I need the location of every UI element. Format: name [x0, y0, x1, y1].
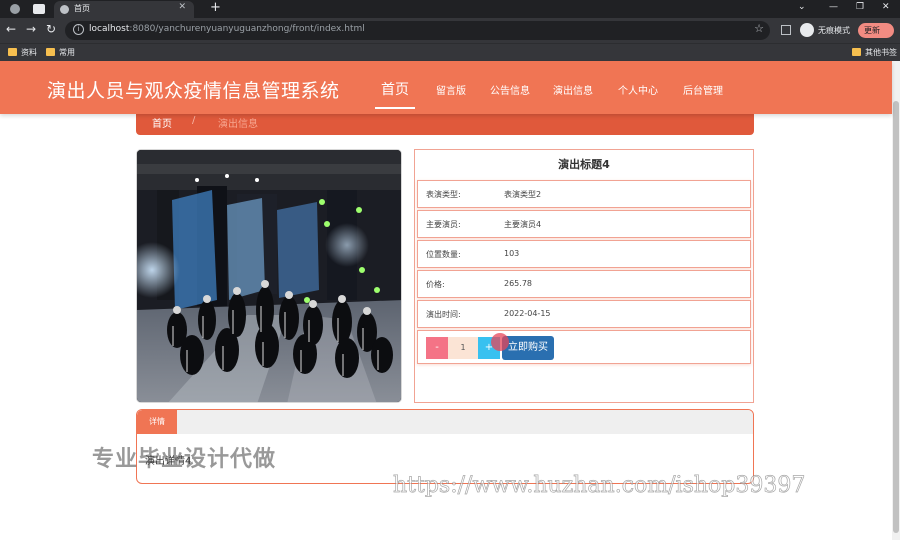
close-tab-icon[interactable]: ✕: [178, 2, 186, 12]
reload-icon[interactable]: ↻: [46, 22, 56, 36]
field-label: 表演类型:: [426, 190, 461, 199]
bookmark-folder-ziliao[interactable]: 资料: [8, 47, 37, 58]
browser-menu-icon[interactable]: [10, 4, 20, 14]
detail-tab-bar: 详情: [137, 410, 753, 434]
performance-image: [136, 149, 402, 403]
page-scrollbar[interactable]: [892, 61, 900, 540]
watermark-url: https://www.huzhan.com/ishop39397: [393, 473, 806, 499]
mouse-cursor-indicator: [491, 333, 509, 351]
field-label: 演出时间:: [426, 310, 461, 319]
field-value: 主要演员4: [504, 220, 542, 229]
field-label: 价格:: [426, 280, 445, 289]
tab-detail[interactable]: 详情: [137, 410, 177, 434]
url-path: :8080/yanchurenyuanyuguanzhong/front/ind…: [129, 24, 365, 34]
incognito-avatar[interactable]: [800, 23, 814, 37]
performance-info-panel: 演出标题4 表演类型: 表演类型2 主要演员: 主要演员4 位置数量: 103 …: [414, 149, 754, 403]
purchase-row: - 1 + 立即购买: [417, 330, 751, 364]
browser-tab-bar: 首页 ✕ + ⌄ — ❐ ✕: [0, 0, 900, 18]
nav-guestbook[interactable]: 留言版: [436, 82, 466, 97]
folder-icon: [8, 48, 17, 56]
watermark-text: 专业毕业设计代做: [92, 447, 277, 472]
forward-icon[interactable]: →: [26, 22, 36, 36]
page-viewport: 演出人员与观众疫情信息管理系统 首页 留言版 公告信息 演出信息 个人中心 后台…: [0, 61, 900, 540]
bookmark-label: 常用: [59, 48, 75, 57]
address-bar-row: ← → ↻ i localhost:8080/yanchurenyuanyugu…: [0, 18, 900, 43]
other-bookmarks[interactable]: 其他书签: [852, 47, 897, 58]
incognito-label: 无痕模式: [818, 26, 850, 35]
folder-icon: [852, 48, 861, 56]
buy-now-button[interactable]: 立即购买: [502, 336, 554, 360]
side-panel-icon[interactable]: [781, 25, 791, 35]
field-value: 表演类型2: [504, 190, 542, 199]
nav-active-underline: [375, 107, 415, 109]
breadcrumb-home[interactable]: 首页: [152, 115, 172, 130]
info-row-actor: 主要演员: 主要演员4: [417, 210, 751, 238]
stage-photo-illustration: [137, 150, 401, 402]
info-row-price: 价格: 265.78: [417, 270, 751, 298]
url-input[interactable]: i localhost:8080/yanchurenyuanyuguanzhon…: [65, 21, 770, 40]
breadcrumb-separator: /: [192, 115, 196, 126]
bookmarks-bar: 资料 常用 其他书签: [0, 43, 900, 61]
info-row-type: 表演类型: 表演类型2: [417, 180, 751, 208]
tab-title: 首页: [74, 4, 90, 13]
field-label: 主要演员:: [426, 220, 461, 229]
url-host: localhost: [89, 24, 130, 34]
nav-announcements[interactable]: 公告信息: [490, 82, 530, 97]
scrollbar-thumb[interactable]: [893, 101, 899, 533]
field-value: 103: [504, 249, 520, 258]
info-row-seats: 位置数量: 103: [417, 240, 751, 268]
globe-icon: [60, 5, 69, 14]
tab-strip-icon[interactable]: [33, 4, 45, 14]
quantity-decrease-button[interactable]: -: [426, 337, 448, 359]
quantity-input[interactable]: 1: [448, 337, 478, 359]
restore-icon[interactable]: ❐: [856, 2, 864, 12]
field-value: 265.78: [504, 279, 532, 288]
back-icon[interactable]: ←: [6, 22, 16, 36]
minimize-icon[interactable]: —: [829, 2, 838, 12]
nav-home[interactable]: 首页: [381, 79, 409, 99]
update-button[interactable]: 更新: [858, 23, 894, 38]
nav-performances[interactable]: 演出信息: [553, 82, 593, 97]
url-text: localhost:8080/yanchurenyuanyuguanzhong/…: [89, 24, 365, 34]
other-bookmarks-label: 其他书签: [865, 48, 897, 57]
nav-admin[interactable]: 后台管理: [683, 82, 723, 97]
site-header: 演出人员与观众疫情信息管理系统 首页 留言版 公告信息 演出信息 个人中心 后台…: [0, 61, 892, 114]
close-window-icon[interactable]: ✕: [882, 2, 890, 12]
site-title: 演出人员与观众疫情信息管理系统: [47, 80, 340, 102]
bookmark-folder-changyong[interactable]: 常用: [46, 47, 75, 58]
info-row-time: 演出时间: 2022-04-15: [417, 300, 751, 328]
update-label: 更新: [864, 26, 880, 35]
folder-icon: [46, 48, 55, 56]
bookmark-star-icon[interactable]: ☆: [754, 22, 764, 35]
field-label: 位置数量:: [426, 250, 461, 259]
browser-tab[interactable]: 首页 ✕: [54, 1, 194, 18]
tab-search-icon[interactable]: ⌄: [798, 2, 806, 12]
bookmark-label: 资料: [21, 48, 37, 57]
field-value: 2022-04-15: [504, 309, 551, 318]
breadcrumb-current: 演出信息: [218, 119, 258, 130]
site-info-icon[interactable]: i: [73, 24, 84, 35]
nav-personal-center[interactable]: 个人中心: [618, 82, 658, 97]
new-tab-icon[interactable]: +: [210, 0, 221, 15]
performance-title: 演出标题4: [558, 158, 610, 171]
